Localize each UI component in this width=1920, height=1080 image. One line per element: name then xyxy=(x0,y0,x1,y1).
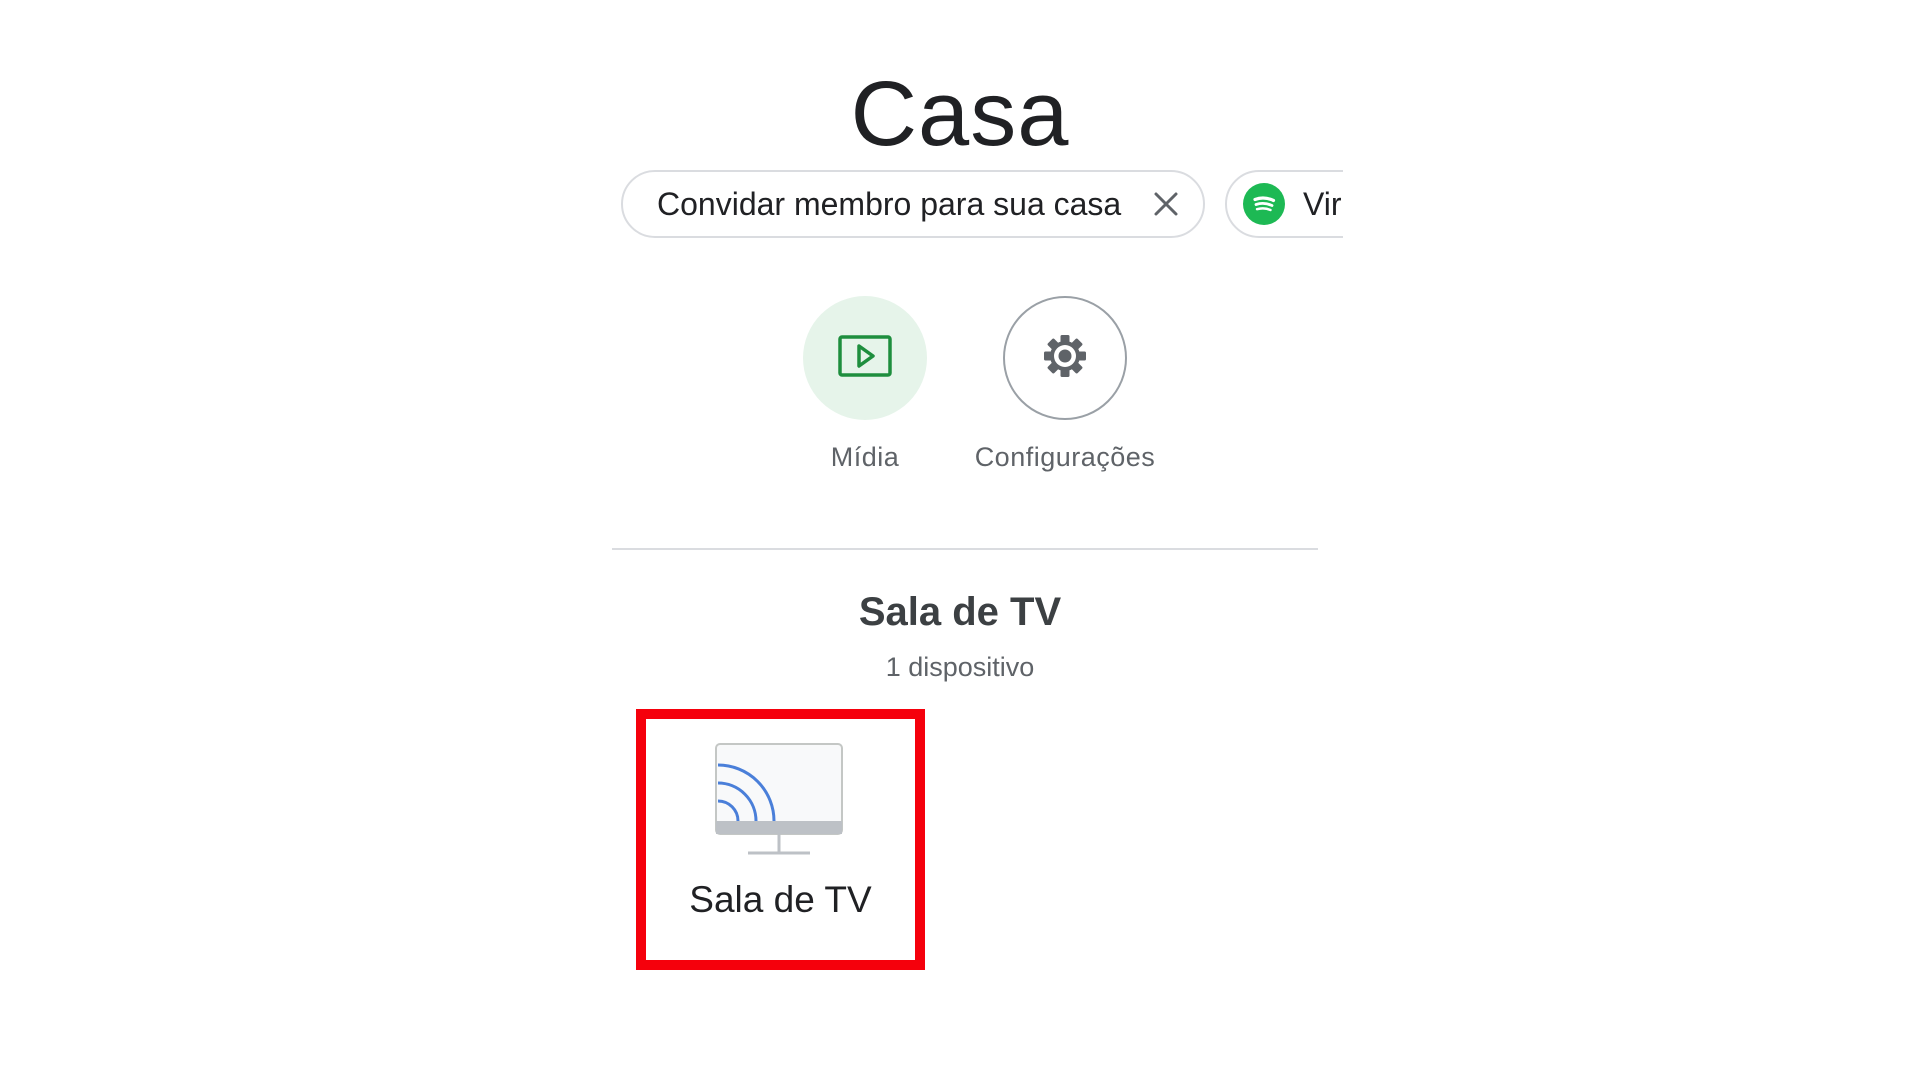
suggestion-chips[interactable]: Convidar membro para sua casa Vir xyxy=(615,168,1343,244)
room-title: Sala de TV xyxy=(858,590,1062,634)
media-play-icon xyxy=(838,334,892,382)
home-screen: Casa Convidar membro para sua casa Vir M… xyxy=(0,0,1920,1080)
invite-member-chip[interactable]: Convidar membro para sua casa xyxy=(621,170,1205,238)
media-button-circle[interactable] xyxy=(803,296,927,420)
close-icon[interactable] xyxy=(1149,187,1183,221)
spotify-icon xyxy=(1243,183,1285,225)
home-title: Casa xyxy=(850,63,1070,165)
settings-button-label: Configurações xyxy=(974,442,1156,472)
quick-actions: Mídia Configurações xyxy=(0,296,1920,486)
device-tile[interactable]: Sala de TV xyxy=(636,709,925,970)
settings-button[interactable]: Configurações xyxy=(945,296,1185,473)
tv-cast-icon xyxy=(708,741,848,859)
room-device-count: 1 dispositivo xyxy=(885,652,1035,682)
invite-member-chip-label: Convidar membro para sua casa xyxy=(657,185,1122,222)
spotify-chip[interactable]: Vir xyxy=(1225,170,1343,238)
gear-icon xyxy=(1040,331,1090,386)
device-label: Sala de TV xyxy=(689,879,872,920)
settings-button-circle[interactable] xyxy=(1003,296,1127,420)
spotify-chip-label: Vir xyxy=(1303,185,1342,222)
section-divider xyxy=(612,548,1318,550)
